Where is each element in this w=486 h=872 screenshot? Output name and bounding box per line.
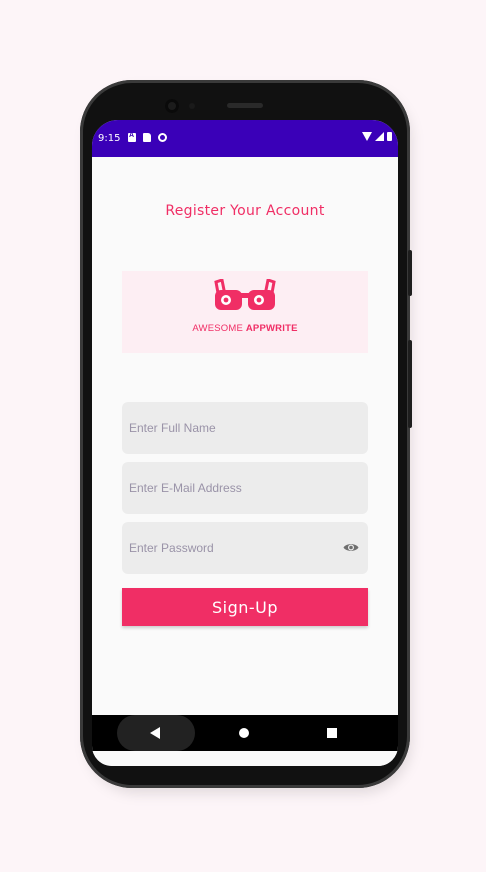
front-camera — [165, 99, 179, 113]
earpiece-speaker — [227, 103, 263, 108]
navigation-bar — [92, 715, 398, 751]
eye-icon[interactable] — [343, 542, 359, 553]
status-notification-icons — [128, 132, 167, 142]
full-name-input[interactable] — [122, 402, 368, 454]
sd-card-icon — [143, 133, 151, 142]
app-logo-banner: AWESOME APPWRITE — [122, 271, 368, 353]
power-button — [408, 250, 412, 296]
email-field[interactable] — [122, 462, 368, 514]
brand-name-bold: APPWRITE — [245, 323, 298, 334]
back-triangle-icon[interactable] — [150, 727, 160, 739]
brand-name-light: AWESOME — [192, 323, 246, 334]
register-screen: Register Your Account AWESOME APPWRITE E… — [92, 157, 398, 715]
recents-square-icon[interactable] — [327, 728, 337, 738]
font-notification-icon — [128, 132, 136, 142]
proximity-sensor — [189, 103, 195, 109]
signal-icon — [375, 132, 384, 141]
sync-icon — [158, 133, 167, 142]
glasses-logo-icon — [214, 279, 276, 310]
page-title: Register Your Account — [165, 203, 325, 219]
full-name-field[interactable] — [122, 402, 368, 454]
status-system-icons — [362, 132, 392, 141]
sign-up-button[interactable]: Sign-Up — [122, 588, 368, 626]
password-input[interactable] — [122, 522, 368, 574]
brand-name: AWESOME APPWRITE — [122, 323, 368, 334]
page: 9:15 Register Your Account — [0, 0, 486, 872]
wifi-icon — [362, 132, 372, 141]
email-input[interactable] — [122, 462, 368, 514]
volume-button — [408, 340, 412, 428]
battery-icon — [387, 132, 392, 141]
screen-bottom-strip — [92, 751, 398, 766]
status-time: 9:15 — [98, 133, 121, 144]
phone-screen: 9:15 Register Your Account — [92, 120, 398, 766]
home-circle-icon[interactable] — [239, 728, 249, 738]
password-field[interactable] — [122, 522, 368, 574]
status-bar: 9:15 — [92, 120, 398, 157]
